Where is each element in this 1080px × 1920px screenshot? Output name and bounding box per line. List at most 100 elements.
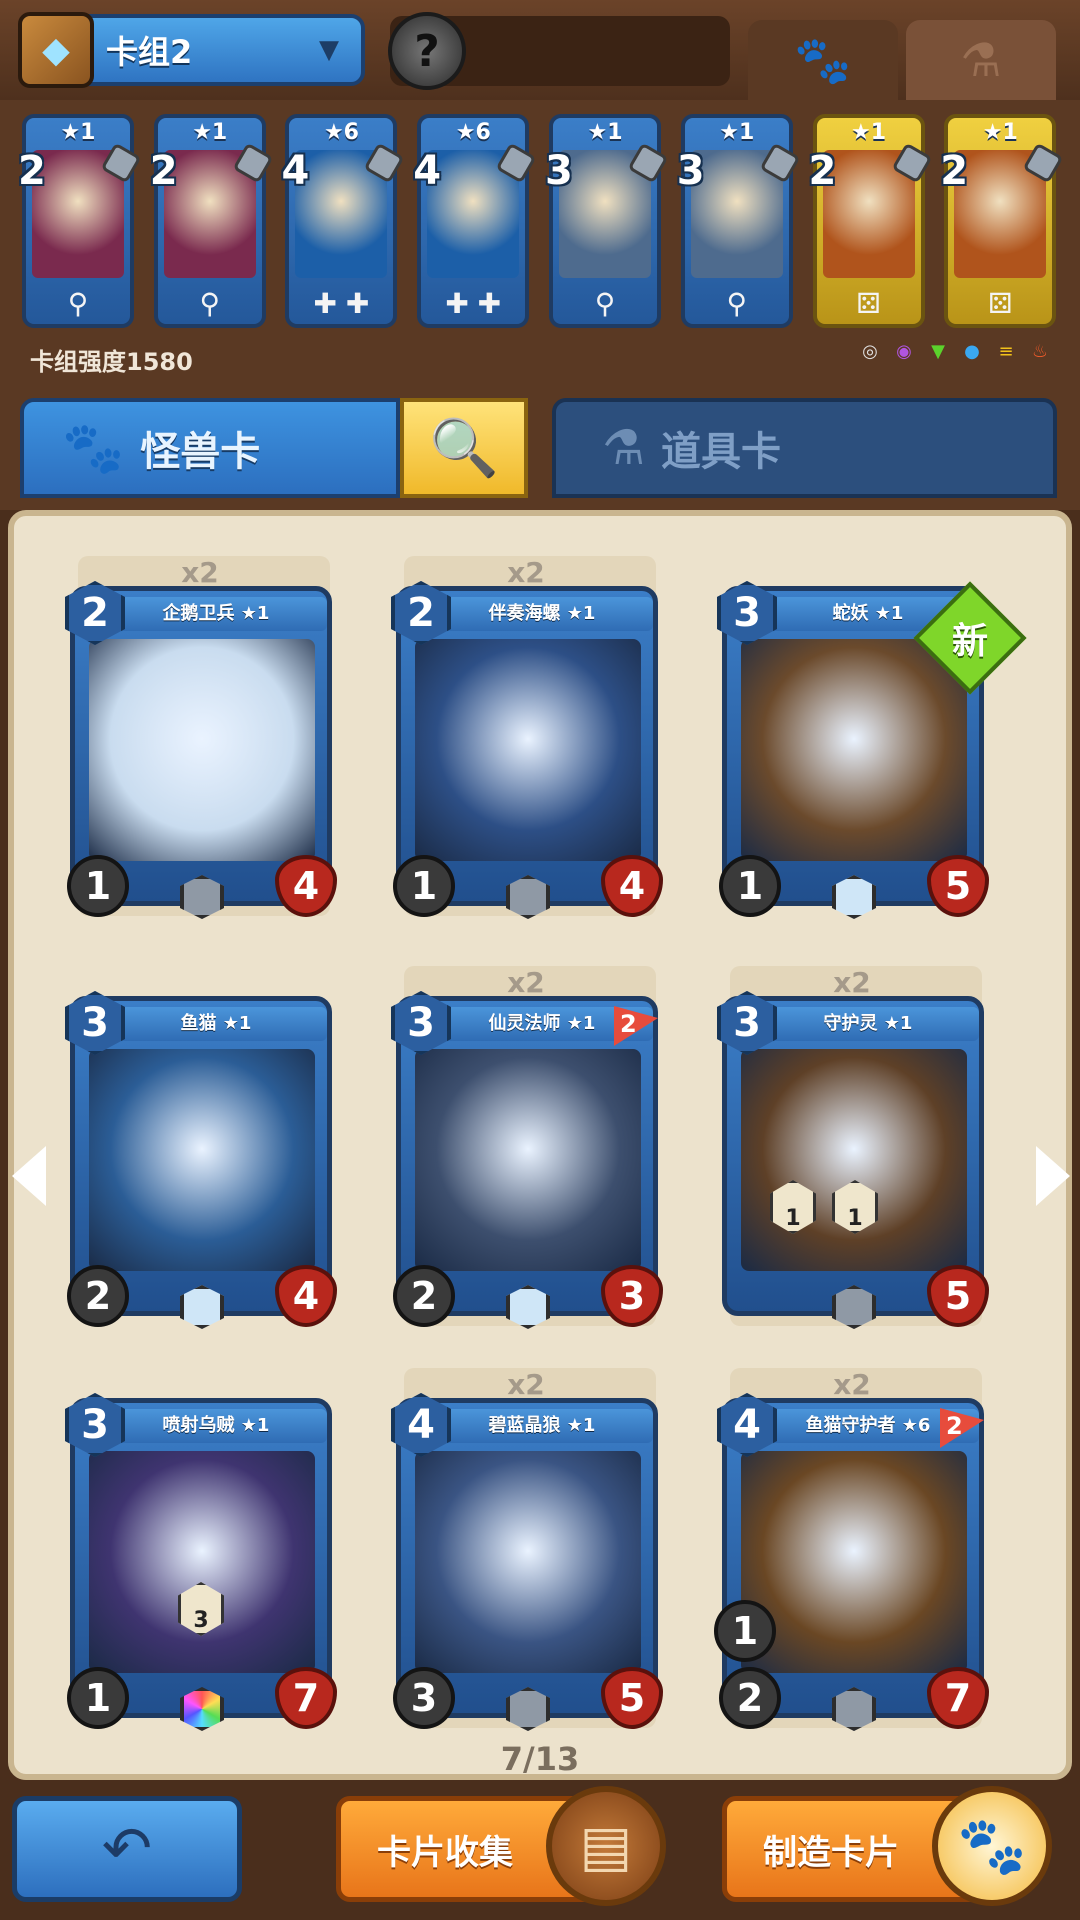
monster-card[interactable]: 企鹅卫兵 ★1 2 1 4 <box>65 581 337 919</box>
deck-card-stars: ★1 <box>982 120 1018 145</box>
card-cost: 2 <box>65 581 125 645</box>
deck-card-trait-icon: ⚄ <box>856 287 881 320</box>
tab-items-potion-icon[interactable]: ⚗ <box>906 20 1056 100</box>
card-health: 7 <box>275 1667 337 1729</box>
monster-card[interactable]: 守护灵 ★1 3 5 <box>717 991 989 1329</box>
collection-card-slot[interactable]: x2 仙灵法师 ★1 3 2 3 2 <box>391 966 663 1329</box>
deck-strip: ★1 2 ⚲ ★1 2 ⚲ ★6 4 ✚ ✚ ★6 4 ✚ ✚ ★1 3 ⚲ ★1 3 ⚲ ★1 2 ⚄ ★1 2 ⚄ 卡组强… <box>0 100 1080 378</box>
deck-card[interactable]: ★1 2 ⚲ <box>150 114 274 328</box>
deck-book-icon: ◆ <box>18 12 94 88</box>
collection-card-slot[interactable]: 鱼猫 ★1 3 2 4 <box>65 966 337 1329</box>
card-name: 企鹅卫兵 ★1 <box>105 597 327 631</box>
deck-card-cost: 2 <box>17 148 46 194</box>
deck-card-trait-icon: ⚲ <box>594 287 616 320</box>
deck-card-stars: ★1 <box>60 120 96 145</box>
potion-icon: ⚗ <box>602 420 646 476</box>
deck-card-trait-icon: ⚄ <box>988 287 1013 320</box>
deck-card-cost: 3 <box>545 148 573 194</box>
card-art <box>741 639 967 861</box>
deck-card-trait-icon: ✚ ✚ <box>313 287 370 320</box>
card-art <box>415 1049 641 1271</box>
collection-card-slot[interactable]: 喷射乌贼 ★1 3 1 7 3 <box>65 1368 337 1731</box>
monster-card[interactable]: 鱼猫守护者 ★6 4 2 7 <box>717 1393 989 1731</box>
tab-item-cards[interactable]: ⚗ 道具卡 <box>552 398 1057 498</box>
collection-card-slot[interactable]: x2 守护灵 ★1 3 5 1 1 <box>717 966 989 1329</box>
search-button[interactable]: 🔍 <box>400 398 528 498</box>
paw-jar-icon[interactable]: 🐾 <box>932 1786 1052 1906</box>
deck-card[interactable]: ★1 2 ⚄ <box>809 114 933 328</box>
card-health: 5 <box>927 855 989 917</box>
monster-card[interactable]: 喷射乌贼 ★1 3 1 7 <box>65 1393 337 1731</box>
monster-card[interactable]: 鱼猫 ★1 3 2 4 <box>65 991 337 1329</box>
deck-card[interactable]: ★6 4 ✚ ✚ <box>413 114 537 328</box>
deck-card-cost: 4 <box>281 148 310 194</box>
next-page-arrow[interactable] <box>1036 1146 1070 1206</box>
profile-box[interactable]: ? <box>388 12 730 90</box>
card-attack: 1 <box>393 855 455 917</box>
deck-selector[interactable]: ◆ 卡组2 ▼ <box>18 12 365 88</box>
card-name: 鱼猫 ★1 <box>105 1007 327 1041</box>
card-art <box>89 639 315 861</box>
deck-card-cost: 3 <box>676 148 705 194</box>
deck-card-cost: 2 <box>808 148 837 194</box>
card-cost: 2 <box>391 581 451 645</box>
card-art <box>89 1049 315 1271</box>
prev-page-arrow[interactable] <box>12 1146 46 1206</box>
card-art <box>415 639 641 861</box>
monster-card[interactable]: 仙灵法师 ★1 3 2 3 <box>391 991 663 1329</box>
card-copies: x2 <box>833 1368 871 1401</box>
deck-card[interactable]: ★1 2 ⚄ <box>940 114 1064 328</box>
monster-card[interactable]: 伴奏海螺 ★1 2 1 4 <box>391 581 663 919</box>
element-icon: ▼ <box>931 341 945 362</box>
element-icon: ♨ <box>1031 341 1049 362</box>
deck-card[interactable]: ★1 2 ⚲ <box>18 114 142 328</box>
collection-card-slot[interactable]: x2 企鹅卫兵 ★1 2 1 4 <box>65 556 337 919</box>
card-attack: 2 <box>393 1265 455 1327</box>
search-icon: 🔍 <box>429 416 499 481</box>
card-book-icon[interactable]: ▤ <box>546 1786 666 1906</box>
tab-monster-cards[interactable]: 🐾 怪兽卡 <box>20 398 400 498</box>
rarity-gem-icon <box>180 1285 224 1329</box>
deck-card[interactable]: ★1 3 ⚲ <box>677 114 801 328</box>
page-indicator: 7/13 <box>500 1740 580 1778</box>
card-art <box>741 1049 967 1271</box>
element-icons: ◎ ◉ ▼ ● ≡ ♨ <box>858 340 1052 364</box>
back-button[interactable]: ↶ <box>12 1796 242 1902</box>
deck-card-cost: 2 <box>940 148 969 194</box>
chevron-down-icon: ▼ <box>319 35 339 65</box>
element-icon: ≡ <box>998 341 1014 362</box>
card-cost: 3 <box>65 1393 125 1457</box>
avatar[interactable]: ? <box>388 12 466 90</box>
deck-card-trait-icon: ✚ ✚ <box>445 287 502 320</box>
top-bar: ◆ 卡组2 ▼ ? 🐾 ⚗ <box>0 0 1080 100</box>
element-icon: ◉ <box>896 341 912 362</box>
monster-card[interactable]: 碧蓝晶狼 ★1 4 3 5 <box>391 1393 663 1731</box>
paw-icon: 🐾 <box>62 418 125 477</box>
card-cost: 3 <box>65 991 125 1055</box>
card-cost: 3 <box>717 581 777 645</box>
card-copies: x2 <box>181 556 219 589</box>
tab-monster-label: 怪兽卡 <box>140 429 261 475</box>
collection-card-slot[interactable]: x2 碧蓝晶狼 ★1 4 3 5 <box>391 1368 663 1731</box>
deck-card[interactable]: ★6 4 ✚ ✚ <box>281 114 405 328</box>
card-attack: 1 <box>67 1667 129 1729</box>
card-copies: x2 <box>507 1368 545 1401</box>
deck-card-stars: ★6 <box>323 120 359 145</box>
deck-card-trait-icon: ⚲ <box>199 287 220 320</box>
tab-monsters-paw-icon[interactable]: 🐾 <box>748 20 898 100</box>
category-tabs: 🐾 怪兽卡 🔍 ⚗ 道具卡 <box>0 378 1080 510</box>
deck-power: 卡组强度1580 <box>30 348 193 376</box>
deck-card-stars: ★6 <box>455 120 491 145</box>
bottom-bar: ↶ 卡片收集 ▤ 制造卡片 🐾 <box>0 1780 1080 1920</box>
deck-card[interactable]: ★1 3 ⚲ <box>545 114 669 328</box>
collection-card-slot[interactable]: x2 鱼猫守护者 ★6 4 2 7 2 1 <box>714 1368 989 1731</box>
back-arrow-icon: ↶ <box>101 1814 153 1884</box>
card-cost: 4 <box>717 1393 777 1457</box>
card-cost: 3 <box>391 991 451 1055</box>
card-collection-label: 卡片收集 <box>377 1832 513 1873</box>
card-attack: 1 <box>67 855 129 917</box>
card-name: 守护灵 ★1 <box>757 1007 979 1041</box>
tab-item-label: 道具卡 <box>661 429 782 475</box>
collection-card-slot[interactable]: x2 伴奏海螺 ★1 2 1 4 <box>391 556 663 919</box>
card-art <box>89 1451 315 1673</box>
